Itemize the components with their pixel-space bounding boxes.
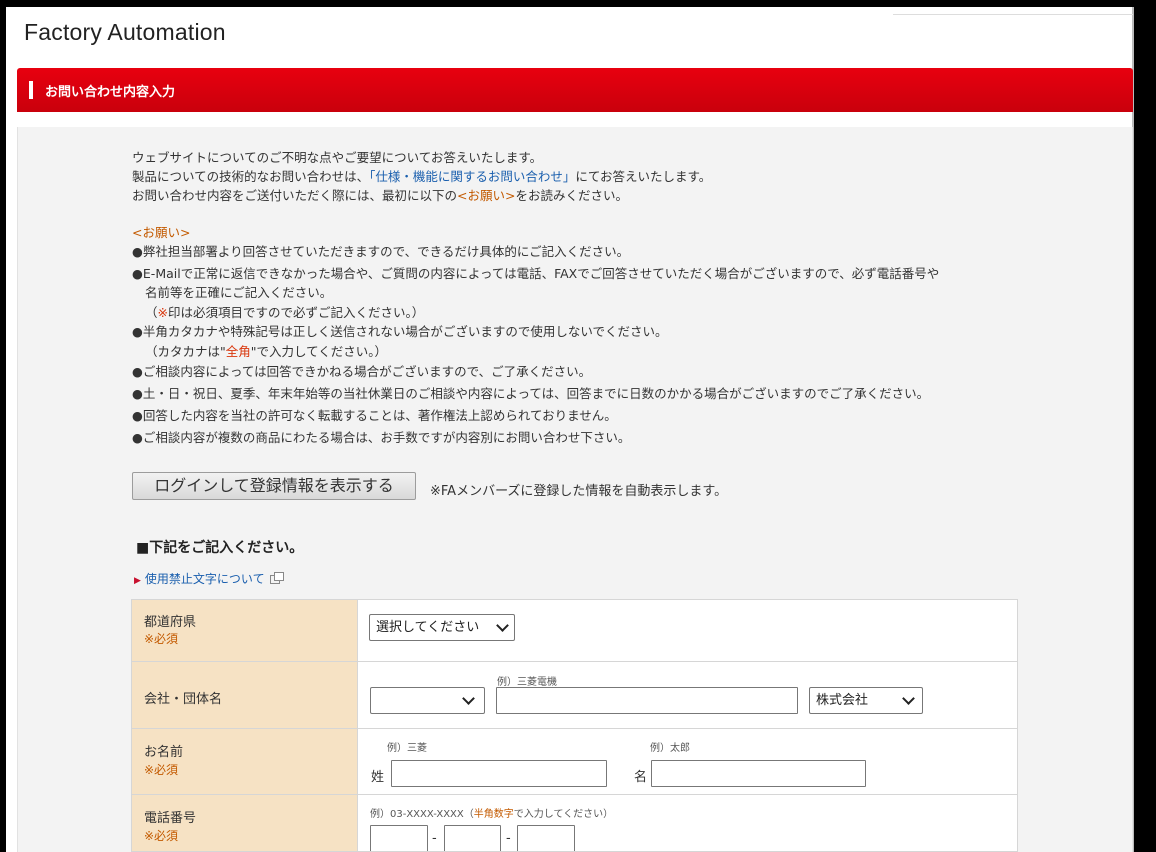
company-example: 例）三菱電機 <box>497 677 557 688</box>
triangle-right-icon: ▶ <box>134 576 141 586</box>
site-title[interactable]: Factory Automation <box>24 19 226 46</box>
phone-part-1-input[interactable] <box>370 825 428 851</box>
notice-item-2c-post: 印は必須項目ですので必ずご記入ください。） <box>168 305 425 320</box>
header-divider <box>893 14 1133 15</box>
required-label: ※必須 <box>144 829 179 843</box>
inquiry-form-table: 都道府県 ※必須 選択してください 会社・団体名 例）三菱電機 株式会社 お名前… <box>131 599 1018 852</box>
form-row-name: お名前 ※必須 例）三菱 例）太郎 姓 名 <box>132 729 1017 795</box>
intro-line-2-pre: 製品についての技術的なお問い合わせは、 <box>132 169 370 184</box>
name-label: お名前 <box>144 745 184 760</box>
intro-line-3: お問い合わせ内容をご送付いただく際には、最初に以下の<お願い>をお読みください。 <box>132 185 628 204</box>
phone-part-3-input[interactable] <box>517 825 575 851</box>
form-value-cell: 例）三菱電機 株式会社 <box>359 662 1017 728</box>
intro-line-2-post: にてお答えいたします。 <box>575 169 712 184</box>
notice-item-5: ●土・日・祝日、夏季、年末年始等の当社休業日のご相談や内容によっては、回答までに… <box>132 386 930 401</box>
fullwidth-emphasis: 全角 <box>225 344 251 359</box>
notice-title: <お願い> <box>132 225 191 240</box>
notice-item-3b-post: "で入力してください。） <box>250 344 388 359</box>
notice-item-2b: 名前等を正確にご記入ください。 <box>145 285 333 300</box>
prefecture-label: 都道府県 <box>144 615 197 630</box>
phone-example-post: で入力してください） <box>513 809 614 820</box>
notice-item-1: ●弊社担当部署より回答させていただきますので、できるだけ具体的にご記入ください。 <box>132 244 630 259</box>
form-label-cell: 電話番号 ※必須 <box>132 795 358 851</box>
prefecture-select-value: 選択してください <box>376 620 480 635</box>
intro-notice-ref: <お願い> <box>457 188 516 203</box>
phone-separator: - <box>506 831 511 846</box>
intro-line-3-post: をお読みください。 <box>515 188 628 203</box>
form-label-cell: お名前 ※必須 <box>132 729 358 794</box>
chevron-down-icon <box>902 692 915 705</box>
notice-item-3b-pre: （カタカナは" <box>145 344 226 359</box>
login-note: ※FAメンバーズに登録した情報を自動表示します。 <box>430 484 728 499</box>
phone-example: 例）03-XXXX-XXXX（半角数字で入力してください） <box>370 805 613 820</box>
intro-line-2: 製品についての技術的なお問い合わせは、「仕様・機能に関するお問い合わせ」にてお答… <box>132 166 711 185</box>
notice-item-4: ●ご相談内容によっては回答できかねる場合がございますので、ご了承ください。 <box>132 364 592 379</box>
form-value-cell: 選択してください <box>359 600 1017 661</box>
company-name-input[interactable] <box>496 687 798 714</box>
phone-separator: - <box>432 831 437 846</box>
spec-inquiry-link[interactable]: 「仕様・機能に関するお問い合わせ」 <box>369 169 575 184</box>
last-name-label: 姓 <box>371 770 385 785</box>
form-row-phone: 電話番号 ※必須 例）03-XXXX-XXXX（半角数字で入力してください） -… <box>132 795 1017 851</box>
banner-accent-bar <box>29 81 33 99</box>
company-label: 会社・団体名 <box>144 692 223 707</box>
notice-item-6: ●回答した内容を当社の許可なく転載することは、著作権法上認められておりません。 <box>132 408 617 423</box>
first-name-label: 名 <box>634 770 648 785</box>
required-label: ※必須 <box>144 632 179 646</box>
chevron-down-icon <box>462 692 475 705</box>
form-row-prefecture: 都道府県 ※必須 選択してください <box>132 600 1017 662</box>
notice-item-3b: （カタカナは"全角"で入力してください。） <box>145 341 387 360</box>
required-mark: ※ <box>157 305 168 320</box>
chevron-down-icon <box>496 619 509 632</box>
prohibited-chars-link[interactable]: ▶ 使用禁止文字について <box>134 570 284 587</box>
login-show-info-button[interactable]: ログインして登録情報を表示する <box>132 472 416 500</box>
form-label-cell: 都道府県 ※必須 <box>132 600 358 661</box>
company-prefix-select[interactable] <box>370 687 485 714</box>
intro-line-1: ウェブサイトについてのご不明な点やご要望についてお答えいたします。 <box>132 150 543 165</box>
form-value-cell: 例）03-XXXX-XXXX（半角数字で入力してください） - - <box>359 795 1017 851</box>
form-heading: ■下記をご記入ください。 <box>136 540 304 556</box>
external-window-icon <box>269 572 284 584</box>
intro-line-3-pre: お問い合わせ内容をご送付いただく際には、最初に以下の <box>132 188 458 203</box>
prohibited-chars-link-label[interactable]: 使用禁止文字について <box>145 572 265 586</box>
company-type-select-value: 株式会社 <box>816 693 869 708</box>
required-label: ※必須 <box>144 763 179 777</box>
window-frame-right <box>1134 0 1156 852</box>
notice-item-2c: （※印は必須項目ですので必ずご記入ください。） <box>145 302 424 321</box>
notice-item-2c-pre: （ <box>145 305 158 320</box>
first-name-example: 例）太郎 <box>650 743 690 754</box>
last-name-example: 例）三菱 <box>387 743 427 754</box>
phone-label: 電話番号 <box>144 811 197 826</box>
notice-item-7: ●ご相談内容が複数の商品にわたる場合は、お手数ですが内容別にお問い合わせ下さい。 <box>132 430 631 445</box>
last-name-input[interactable] <box>391 760 607 787</box>
first-name-input[interactable] <box>651 760 866 787</box>
notice-item-3: ●半角カタカナや特殊記号は正しく送信されない場合がございますので使用しないでくだ… <box>132 324 668 339</box>
phone-part-2-input[interactable] <box>444 825 501 851</box>
prefecture-select[interactable]: 選択してください <box>369 614 515 641</box>
form-label-cell: 会社・団体名 <box>132 662 358 728</box>
form-value-cell: 例）三菱 例）太郎 姓 名 <box>359 729 1017 794</box>
notice-item-2: ●E-Mailで正常に返信できなかった場合や、ご質問の内容によっては電話、FAX… <box>132 266 940 281</box>
window-frame-top <box>0 0 1156 7</box>
page-title: お問い合わせ内容入力 <box>45 85 176 100</box>
form-row-company: 会社・団体名 例）三菱電機 株式会社 <box>132 662 1017 729</box>
phone-example-pre: 例）03-XXXX-XXXX（ <box>370 809 474 820</box>
company-type-select[interactable]: 株式会社 <box>809 687 923 714</box>
window-frame-left <box>0 0 6 852</box>
page-banner: お問い合わせ内容入力 <box>17 68 1133 112</box>
halfwidth-digits-note: 半角数字 <box>473 809 514 820</box>
